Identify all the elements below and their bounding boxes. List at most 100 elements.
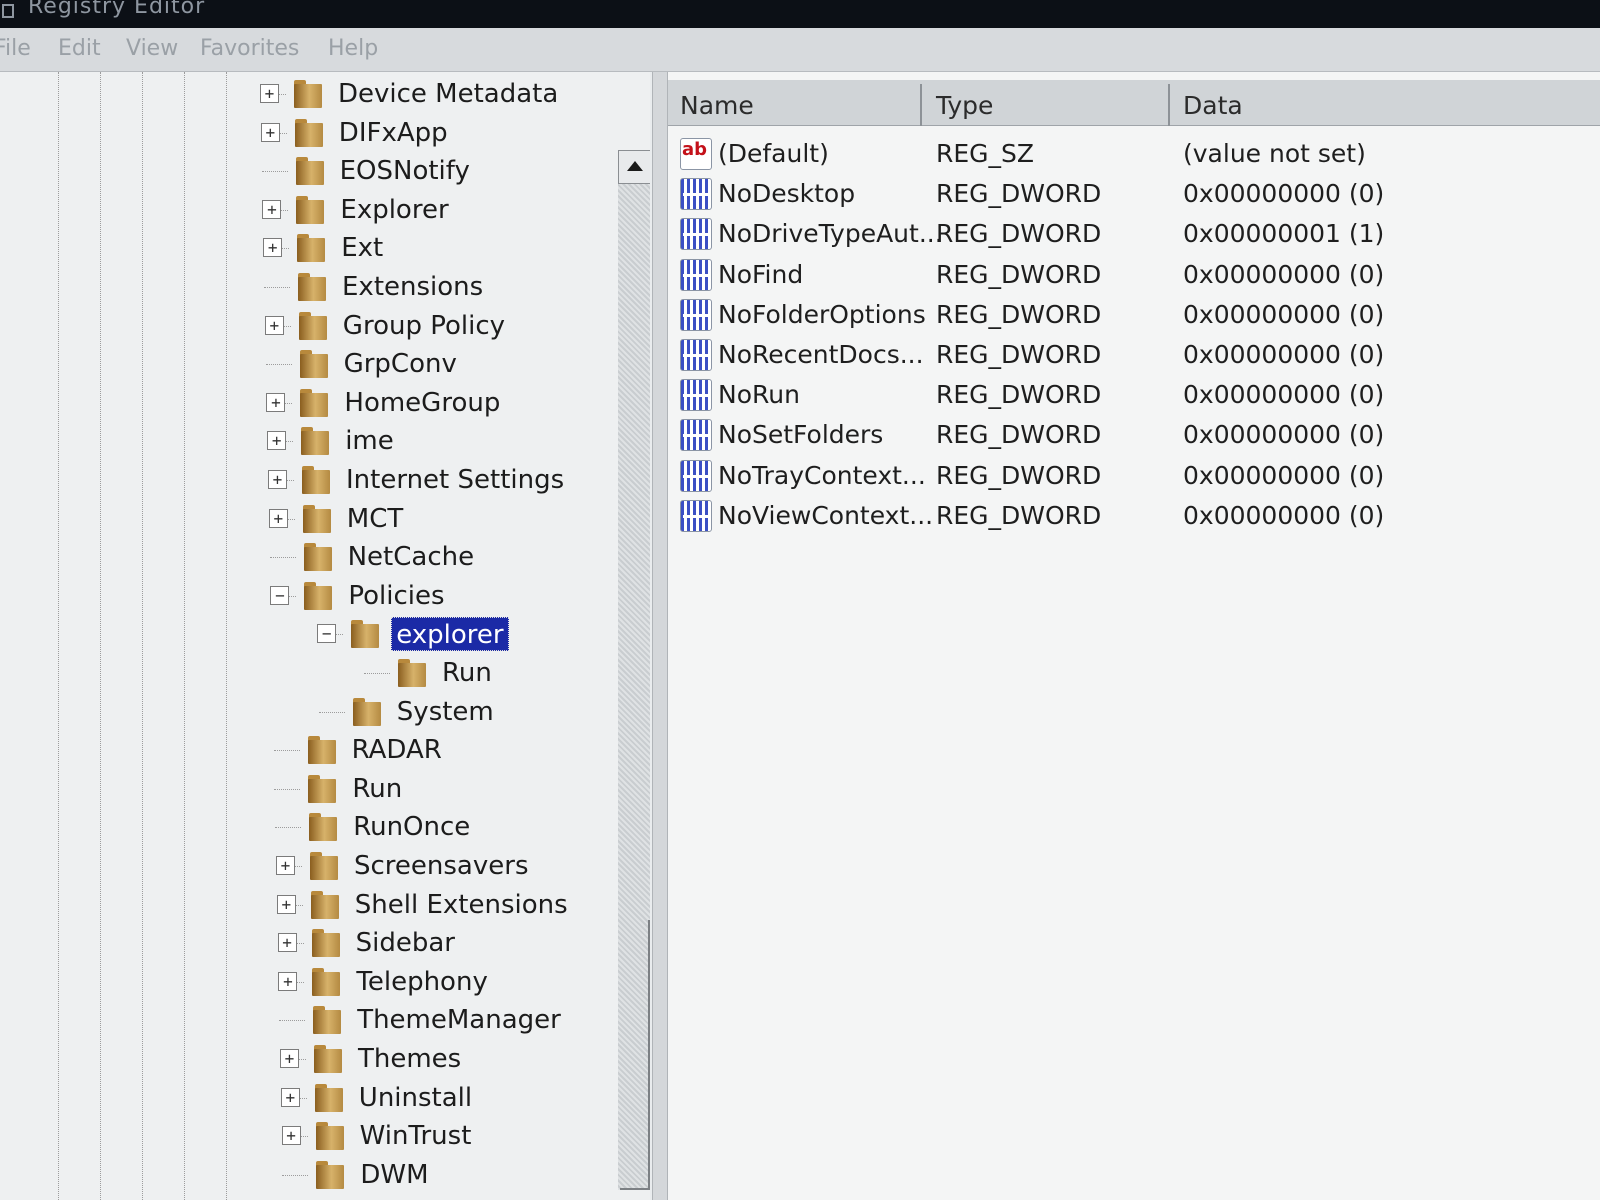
tree-item-device-metadata[interactable]: + Device Metadata — [260, 75, 650, 113]
tree-item-label[interactable]: System — [393, 695, 498, 729]
tree-item-telephony[interactable]: + Telephony — [278, 963, 650, 1001]
value-name[interactable]: NoTrayContext... — [718, 456, 926, 496]
value-name[interactable]: NoSetFolders — [718, 415, 883, 455]
tree-item-dwm[interactable]: DWM — [282, 1156, 650, 1194]
menu-view[interactable]: View — [126, 36, 178, 61]
value-name[interactable]: NoDriveTypeAut... — [718, 214, 943, 254]
tree-item-label[interactable]: Run — [348, 772, 406, 806]
tree-item-wintrust[interactable]: + WinTrust — [281, 1117, 650, 1155]
tree-item-label[interactable]: Explorer — [336, 193, 452, 227]
value-row[interactable]: NoTrayContext... REG_DWORD 0x00000000 (0) — [668, 456, 1600, 496]
tree-item-explorer[interactable]: + Explorer — [262, 191, 650, 229]
expand-plus-icon[interactable]: + — [276, 894, 296, 914]
value-row[interactable]: NoDriveTypeAut... REG_DWORD 0x00000001 (1) — [668, 214, 1600, 254]
tree-item-extensions[interactable]: Extensions — [264, 268, 650, 306]
tree-item-system[interactable]: System — [318, 693, 650, 731]
tree-item-explorer[interactable]: − explorer — [317, 615, 650, 653]
value-row[interactable]: NoDesktop REG_DWORD 0x00000000 (0) — [668, 174, 1600, 214]
tree-item-internet-settings[interactable]: + Internet Settings — [268, 461, 650, 499]
collapse-minus-icon[interactable]: − — [317, 624, 337, 644]
tree-item-mct[interactable]: + MCT — [268, 500, 650, 538]
tree-item-label[interactable]: Run — [438, 656, 496, 690]
tree-item-label[interactable]: Internet Settings — [342, 463, 568, 497]
tree-item-label[interactable]: Device Metadata — [334, 77, 562, 111]
expand-plus-icon[interactable]: + — [276, 856, 295, 875]
expand-plus-icon[interactable]: + — [268, 470, 287, 489]
expand-plus-icon[interactable]: + — [280, 1049, 299, 1068]
tree-item-label[interactable]: Screensavers — [350, 849, 532, 883]
value-row[interactable]: NoSetFolders REG_DWORD 0x00000000 (0) — [668, 415, 1600, 455]
tree-item-label[interactable]: Policies — [344, 579, 448, 613]
expand-plus-icon[interactable]: + — [278, 971, 298, 991]
tree-item-label[interactable]: Telephony — [352, 965, 491, 999]
tree-item-label[interactable]: GrpConv — [340, 347, 461, 381]
tree-item-policies[interactable]: − Policies — [270, 577, 650, 615]
value-row[interactable]: NoRecentDocs... REG_DWORD 0x00000000 (0) — [668, 335, 1600, 375]
tree-item-run[interactable]: Run — [274, 770, 650, 808]
value-row[interactable]: NoRun REG_DWORD 0x00000000 (0) — [668, 375, 1600, 415]
value-name[interactable]: NoFolderOptions — [718, 295, 926, 335]
tree-item-label[interactable]: Group Policy — [339, 309, 509, 343]
tree-item-runonce[interactable]: RunOnce — [275, 808, 650, 846]
column-divider[interactable] — [920, 84, 922, 126]
tree-item-label[interactable]: EOSNotify — [336, 154, 474, 188]
tree-item-label[interactable]: DWM — [356, 1158, 432, 1192]
tree-item-difxapp[interactable]: + DIFxApp — [260, 114, 650, 152]
tree-item-ime[interactable]: + ime — [267, 422, 650, 460]
expand-plus-icon[interactable]: + — [268, 508, 288, 528]
expand-plus-icon[interactable]: + — [281, 1126, 301, 1146]
menu-help[interactable]: Help — [328, 36, 378, 61]
tree-item-label[interactable]: Sidebar — [352, 926, 459, 960]
tree-item-run[interactable]: Run — [364, 654, 650, 692]
value-name[interactable]: (Default) — [718, 134, 829, 174]
value-name[interactable]: NoRecentDocs... — [718, 335, 924, 375]
tree-item-homegroup[interactable]: + HomeGroup — [266, 384, 650, 422]
key-tree-pane[interactable]: + Device Metadata + DIFxApp EOSNotify + Explor… — [0, 72, 650, 1200]
tree-item-screensavers[interactable]: + Screensavers — [276, 847, 650, 885]
tree-item-label[interactable]: Extensions — [338, 270, 487, 304]
tree-item-group-policy[interactable]: + Group Policy — [264, 307, 650, 345]
tree-item-netcache[interactable]: NetCache — [269, 538, 650, 576]
value-name[interactable]: NoDesktop — [718, 174, 855, 214]
tree-item-label[interactable]: ime — [341, 424, 398, 458]
value-row[interactable]: NoViewContext... REG_DWORD 0x00000000 (0) — [668, 496, 1600, 536]
expand-plus-icon[interactable]: + — [260, 122, 280, 142]
tree-item-themes[interactable]: + Themes — [280, 1040, 650, 1078]
tree-item-label[interactable]: Ext — [337, 231, 387, 265]
value-row[interactable]: NoFind REG_DWORD 0x00000000 (0) — [668, 255, 1600, 295]
expand-plus-icon[interactable]: + — [277, 933, 297, 953]
menu-edit[interactable]: Edit — [58, 36, 101, 61]
tree-item-label[interactable]: explorer — [391, 617, 509, 652]
value-name[interactable]: NoRun — [718, 375, 800, 415]
tree-item-sidebar[interactable]: + Sidebar — [277, 924, 650, 962]
tree-item-thememanager[interactable]: ThemeManager — [279, 1001, 650, 1039]
menu-favorites[interactable]: Favorites — [200, 36, 299, 61]
tree-item-label[interactable]: Uninstall — [355, 1081, 476, 1115]
tree-item-grpconv[interactable]: GrpConv — [265, 345, 650, 383]
expand-plus-icon[interactable]: + — [266, 392, 286, 412]
value-name[interactable]: NoFind — [718, 255, 803, 295]
value-row[interactable]: NoFolderOptions REG_DWORD 0x00000000 (0) — [668, 295, 1600, 335]
tree-item-label[interactable]: DIFxApp — [335, 116, 452, 150]
collapse-minus-icon[interactable]: − — [270, 585, 290, 605]
column-name-header[interactable]: Name — [670, 86, 754, 126]
values-list-pane[interactable]: Name Type Data (Default) REG_SZ (value not… — [668, 72, 1600, 1200]
tree-item-label[interactable]: Themes — [354, 1042, 465, 1076]
expand-plus-icon[interactable]: + — [280, 1087, 300, 1107]
expand-plus-icon[interactable]: + — [267, 431, 287, 451]
value-name[interactable]: NoViewContext... — [718, 496, 933, 536]
expand-plus-icon[interactable]: + — [263, 238, 283, 258]
tree-item-label[interactable]: RunOnce — [349, 810, 474, 844]
column-divider[interactable] — [1168, 84, 1170, 126]
value-row[interactable]: (Default) REG_SZ (value not set) — [668, 134, 1600, 174]
tree-item-label[interactable]: ThemeManager — [353, 1003, 565, 1037]
tree-item-label[interactable]: NetCache — [344, 540, 479, 574]
column-data-header[interactable]: Data — [1173, 86, 1243, 126]
pane-splitter[interactable] — [652, 72, 668, 1200]
tree-item-label[interactable]: MCT — [343, 502, 407, 536]
tree-item-label[interactable]: WinTrust — [356, 1119, 476, 1153]
expand-plus-icon[interactable]: + — [262, 199, 282, 219]
tree-item-label[interactable]: HomeGroup — [340, 386, 504, 420]
expand-plus-icon[interactable]: + — [264, 315, 284, 335]
tree-item-shell-extensions[interactable]: + Shell Extensions — [276, 886, 650, 924]
